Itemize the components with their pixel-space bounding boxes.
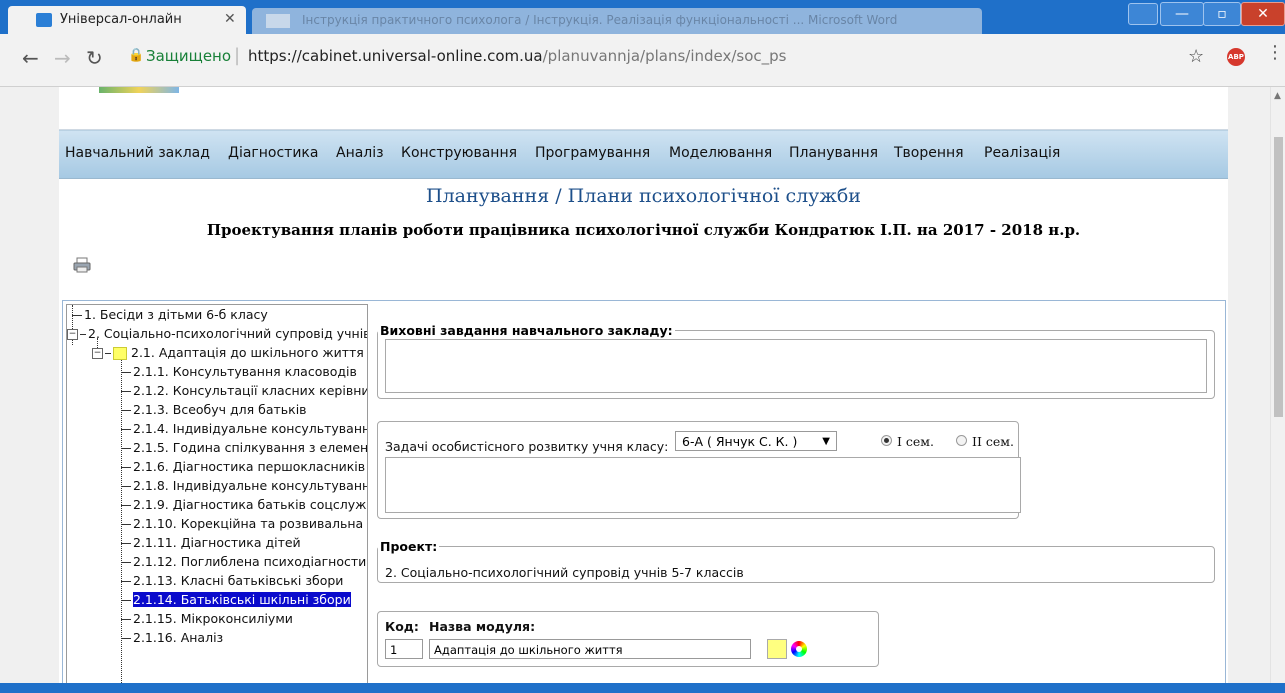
module-name-label: Назва модуля: <box>429 619 536 634</box>
page-subtitle: Проектування планів роботи працівника пс… <box>206 221 1081 239</box>
module-color-swatch[interactable] <box>767 639 787 659</box>
code-input[interactable]: 1 <box>385 639 423 659</box>
tree-node[interactable]: 2.1.4. Індивідуальне консультування <box>121 420 367 438</box>
lock-icon: 🔒 <box>128 48 145 63</box>
site-favicon-icon <box>36 13 52 27</box>
nav-item-creation[interactable]: Творення <box>894 145 964 161</box>
address-toolbar: ← → ↻ 🔒 Защищено | https://cabinet.unive… <box>0 34 1285 87</box>
color-picker-icon[interactable] <box>791 641 807 657</box>
semester-1-label: I сем. <box>897 434 935 449</box>
tree-node[interactable]: 2.1.2. Консультації класних керівників <box>121 382 367 400</box>
page-content: Навчальний заклад Діагностика Аналіз Кон… <box>59 87 1228 693</box>
scroll-up-arrow-icon[interactable]: ▲ <box>1274 91 1281 101</box>
doc-favicon-icon <box>266 14 290 28</box>
semester-1-radio[interactable] <box>881 435 892 446</box>
module-tree[interactable]: 1. Бесіди з дітьми 6-б класу −2. Соціаль… <box>66 304 368 693</box>
nav-item-construction[interactable]: Конструювання <box>401 145 517 161</box>
tree-node[interactable]: 2.1.6. Діагностика першокласників <box>121 458 365 476</box>
main-nav: Навчальний заклад Діагностика Аналіз Кон… <box>59 130 1228 179</box>
collapse-icon[interactable]: − <box>67 329 78 340</box>
tree-node-expanded[interactable]: −2. Соціально-психологічний супровід учн… <box>67 325 367 343</box>
project-value: 2. Соціально-психологічний супровід учні… <box>385 565 744 580</box>
profile-icon[interactable] <box>1128 3 1158 25</box>
tree-node[interactable]: 2.1.11. Діагностика дітей <box>121 534 301 552</box>
nav-item-programming[interactable]: Програмування <box>535 145 650 161</box>
tree-node[interactable]: 2.1.5. Година спілкування з елементами т… <box>121 439 367 457</box>
dropdown-arrow-icon: ▼ <box>822 436 830 447</box>
nav-item-diagnostics[interactable]: Діагностика <box>228 145 318 161</box>
semester-2-label: II сем. <box>972 434 1014 449</box>
tree-node[interactable]: 2.1.9. Діагностика батьків соцслужби <box>121 496 367 514</box>
print-icon[interactable] <box>73 257 91 273</box>
url-separator: | <box>234 45 241 66</box>
site-logo <box>99 87 179 93</box>
close-window-button[interactable]: ✕ <box>1241 2 1285 26</box>
forward-arrow-icon[interactable]: → <box>54 46 71 70</box>
url-path: /planuvannja/plans/index/soc_ps <box>542 47 787 65</box>
tree-node[interactable]: 2.1.1. Консультування класоводів <box>121 363 357 381</box>
tree-node[interactable]: 2.1.16. Аналіз <box>121 629 223 647</box>
scroll-thumb[interactable] <box>1274 137 1283 417</box>
browser-menu-icon[interactable]: ⋮ <box>1266 42 1284 63</box>
nav-item-school[interactable]: Навчальний заклад <box>65 145 210 161</box>
class-select[interactable]: 6-А ( Янчук С. К. ) ▼ <box>675 431 837 451</box>
back-arrow-icon[interactable]: ← <box>22 46 39 70</box>
semester-2-radio[interactable] <box>956 435 967 446</box>
secure-label: Защищено <box>146 47 232 65</box>
nav-item-realization[interactable]: Реалізація <box>984 145 1060 161</box>
student-tasks-label: Задачі особистісного розвитку учня класу… <box>385 439 669 454</box>
maximize-button[interactable]: ▫ <box>1203 2 1241 26</box>
collapse-icon[interactable]: − <box>92 348 103 359</box>
module-name-input[interactable]: Адаптація до шкільного життя <box>429 639 751 659</box>
minimize-button[interactable]: — <box>1160 2 1204 26</box>
tree-node-expanded[interactable]: −2.1. Адаптація до шкільного життя <box>92 344 364 362</box>
page-scrollbar[interactable]: ▲ <box>1270 87 1285 693</box>
browser-tabbar: Універсал-онлайн ✕ Інструкція практичног… <box>0 0 1285 34</box>
tree-node[interactable]: 2.1.8. Індивідуальне консультування <box>121 477 367 495</box>
tree-node[interactable]: 2.1.3. Всеобуч для батьків <box>121 401 307 419</box>
folder-color-icon <box>113 347 127 360</box>
nav-item-planning[interactable]: Планування <box>789 145 878 161</box>
educational-tasks-textarea[interactable] <box>385 339 1207 393</box>
adblock-icon[interactable]: ABP <box>1227 48 1245 66</box>
tree-node[interactable]: 2.1.12. Поглиблена психодіагностика <box>121 553 367 571</box>
tree-node[interactable]: 1. Бесіди з дітьми 6-б класу <box>72 306 268 324</box>
educational-tasks-legend: Виховні завдання навчального закладу: <box>380 323 673 338</box>
nav-item-analysis[interactable]: Аналіз <box>336 145 384 161</box>
page-title: Планування / Плани психологічної служби <box>426 185 861 207</box>
tree-node[interactable]: 2.1.13. Класні батьківські збори <box>121 572 343 590</box>
form-area: Виховні завдання навчального закладу: За… <box>373 301 1223 693</box>
url-origin: https://cabinet.universal-online.com.ua <box>248 47 543 65</box>
project-legend: Проект: <box>380 539 438 554</box>
tab-close-icon[interactable]: ✕ <box>224 11 236 27</box>
browser-tab-inactive[interactable]: Інструкція практичного психолога / Інстр… <box>252 8 982 34</box>
nav-item-modeling[interactable]: Моделювання <box>669 145 772 161</box>
tree-node-selected[interactable]: 2.1.14. Батьківські шкільні збори <box>121 591 351 609</box>
code-label: Код: <box>385 619 419 634</box>
bookmark-star-icon[interactable]: ☆ <box>1188 46 1204 67</box>
student-tasks-textarea[interactable] <box>385 457 1021 513</box>
address-bar[interactable]: 🔒 Защищено | https://cabinet.universal-o… <box>112 40 1212 70</box>
tree-node[interactable]: 2.1.15. Мікроконсиліуми <box>121 610 293 628</box>
inactive-tab-title: Інструкція практичного психолога / Інстр… <box>302 13 898 27</box>
browser-tab-active[interactable]: Універсал-онлайн ✕ <box>8 6 246 34</box>
tab-title: Універсал-онлайн <box>60 12 182 27</box>
reload-icon[interactable]: ↻ <box>86 46 103 70</box>
os-taskbar <box>0 683 1285 693</box>
tree-node[interactable]: 2.1.10. Корекційна та розвивальна робота <box>121 515 367 533</box>
url-text: https://cabinet.universal-online.com.ua/… <box>248 47 787 65</box>
content-panel: 1. Бесіди з дітьми 6-б класу −2. Соціаль… <box>62 300 1226 693</box>
